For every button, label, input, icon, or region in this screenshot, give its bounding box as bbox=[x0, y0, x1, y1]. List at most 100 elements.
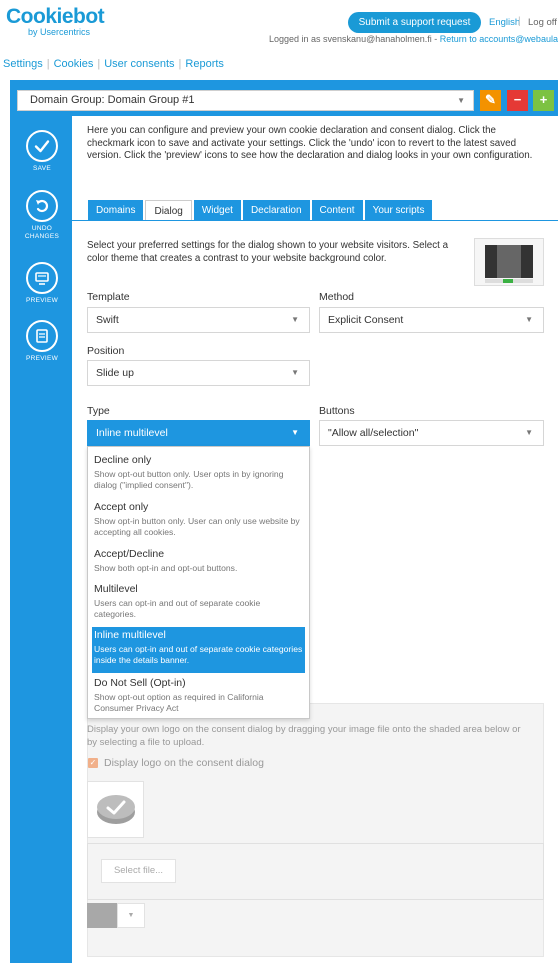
monitor-icon bbox=[26, 262, 58, 294]
chevron-down-icon: ▼ bbox=[291, 315, 299, 324]
option-title: Decline only bbox=[94, 454, 152, 466]
logo-instructions: Display your own logo on the consent dia… bbox=[87, 724, 521, 748]
cookie-logo-icon bbox=[97, 795, 135, 824]
tab-content[interactable]: Content bbox=[311, 200, 363, 221]
option-desc: Users can opt-in and out of separate coo… bbox=[94, 598, 261, 619]
buttons-label: Buttons bbox=[319, 405, 355, 417]
header-separator: | bbox=[518, 16, 521, 27]
plus-icon: + bbox=[539, 92, 548, 107]
chevron-down-icon: ▼ bbox=[457, 96, 465, 105]
undo-label-line1: UNDO bbox=[31, 225, 53, 232]
top-navigation: Settings | Cookies | User consents | Reports bbox=[3, 58, 224, 70]
tab-underline bbox=[72, 220, 558, 221]
preview-label: PREVIEW bbox=[25, 297, 59, 304]
preview-dialog-button[interactable]: PREVIEW bbox=[13, 320, 71, 363]
type-option-inline-multilevel[interactable]: Inline multilevel Users can opt-in and o… bbox=[92, 627, 305, 673]
logged-in-text: Logged in as svenskanu@hanaholmen.fi - R… bbox=[269, 34, 558, 44]
tab-domains[interactable]: Domains bbox=[88, 200, 144, 221]
position-value: Slide up bbox=[96, 367, 134, 379]
option-desc: Show both opt-in and opt-out buttons. bbox=[94, 563, 238, 573]
position-select[interactable]: Slide up ▼ bbox=[87, 360, 310, 386]
tab-dialog[interactable]: Dialog bbox=[145, 200, 192, 221]
dialog-theme-thumbnail[interactable] bbox=[474, 238, 544, 286]
option-desc: Show opt-out button only. User opts in b… bbox=[94, 469, 284, 490]
cookiebot-logo[interactable]: Cookiebot by Usercentrics bbox=[6, 6, 105, 38]
tab-declaration[interactable]: Declaration bbox=[242, 200, 310, 221]
color-picker-toggle[interactable]: ▼ bbox=[117, 903, 145, 928]
settings-tabs: Domains Dialog Widget Declaration Conten… bbox=[88, 200, 434, 221]
nav-settings[interactable]: Settings bbox=[3, 58, 43, 70]
position-label: Position bbox=[87, 345, 125, 357]
return-to-account-link[interactable]: Return to accounts@webaula.fi bbox=[440, 34, 558, 44]
nav-user-consents[interactable]: User consents bbox=[104, 58, 174, 70]
undo-changes-button[interactable]: UNDO CHANGES bbox=[13, 190, 71, 241]
type-option-multilevel[interactable]: Multilevel Users can opt-in and out of s… bbox=[92, 581, 305, 619]
option-desc: Show opt-out option as required in Calif… bbox=[94, 692, 264, 713]
type-option-accept-decline[interactable]: Accept/Decline Show both opt-in and opt-… bbox=[92, 546, 305, 574]
preview-label: PREVIEW bbox=[25, 355, 59, 362]
chevron-down-icon: ▼ bbox=[127, 912, 135, 919]
display-logo-label: Display logo on the consent dialog bbox=[104, 757, 264, 769]
language-link[interactable]: English bbox=[489, 17, 520, 28]
type-value: Inline multilevel bbox=[96, 427, 168, 439]
option-title: Accept only bbox=[94, 501, 149, 513]
logo-preview bbox=[87, 781, 144, 838]
nav-reports[interactable]: Reports bbox=[185, 58, 224, 70]
tab-your-scripts[interactable]: Your scripts bbox=[364, 200, 433, 221]
nav-cookies[interactable]: Cookies bbox=[54, 58, 94, 70]
nav-separator: | bbox=[46, 58, 50, 70]
type-dropdown-list: Decline only Show opt-out button only. U… bbox=[87, 446, 310, 719]
type-option-do-not-sell[interactable]: Do Not Sell (Opt-in) Show opt-out option… bbox=[92, 675, 305, 713]
domain-group-value: Domain Group: Domain Group #1 bbox=[30, 94, 195, 106]
add-domain-group-button[interactable]: + bbox=[533, 90, 554, 111]
chevron-down-icon: ▼ bbox=[291, 428, 299, 437]
save-button[interactable]: SAVE bbox=[13, 130, 71, 173]
delete-domain-group-button[interactable]: − bbox=[507, 90, 528, 111]
nav-separator: | bbox=[97, 58, 101, 70]
template-value: Swift bbox=[96, 314, 119, 326]
intro-text: Here you can configure and preview your … bbox=[87, 125, 533, 161]
chevron-down-icon: ▼ bbox=[525, 315, 533, 324]
preview-declaration-button[interactable]: PREVIEW bbox=[13, 262, 71, 305]
select-file-button[interactable]: Select file... bbox=[101, 859, 176, 883]
type-select[interactable]: Inline multilevel ▼ bbox=[87, 420, 310, 446]
dialog-intro-text: Select your preferred settings for the d… bbox=[87, 240, 449, 264]
logo-sub: by Usercentrics bbox=[28, 27, 91, 37]
option-desc: Show opt-in button only. User can only u… bbox=[94, 516, 300, 537]
tab-widget[interactable]: Widget bbox=[193, 200, 241, 221]
chevron-down-icon: ▼ bbox=[291, 368, 299, 377]
method-label: Method bbox=[319, 291, 355, 303]
template-select[interactable]: Swift ▼ bbox=[87, 307, 310, 333]
undo-icon bbox=[26, 190, 58, 222]
nav-separator: | bbox=[178, 58, 182, 70]
pencil-icon: ✎ bbox=[485, 92, 496, 107]
domain-group-select[interactable]: Domain Group: Domain Group #1 ▼ bbox=[17, 90, 474, 111]
option-title: Inline multilevel bbox=[94, 629, 166, 641]
logoff-link[interactable]: Log off bbox=[528, 17, 557, 28]
display-logo-checkbox[interactable]: ✓ bbox=[88, 758, 98, 768]
option-title: Accept/Decline bbox=[94, 548, 165, 560]
method-value: Explicit Consent bbox=[328, 314, 404, 326]
type-option-decline-only[interactable]: Decline only Show opt-out button only. U… bbox=[92, 452, 305, 490]
save-label: SAVE bbox=[32, 165, 52, 172]
type-label: Type bbox=[87, 405, 110, 417]
checkmark-icon bbox=[26, 130, 58, 162]
logged-in-prefix: Logged in as svenskanu@hanaholmen.fi - bbox=[269, 34, 440, 44]
buttons-value: "Allow all/selection" bbox=[328, 427, 419, 439]
method-select[interactable]: Explicit Consent ▼ bbox=[319, 307, 544, 333]
undo-label: UNDO CHANGES bbox=[13, 225, 71, 241]
document-icon bbox=[26, 320, 58, 352]
thumbnail-bar bbox=[485, 279, 533, 283]
option-title: Multilevel bbox=[94, 583, 138, 595]
type-option-accept-only[interactable]: Accept only Show opt-in button only. Use… bbox=[92, 499, 305, 537]
color-swatch[interactable] bbox=[87, 903, 117, 928]
thumbnail-preview bbox=[485, 245, 533, 278]
edit-domain-group-button[interactable]: ✎ bbox=[480, 90, 501, 111]
support-request-button[interactable]: Submit a support request bbox=[348, 12, 481, 33]
checkmark-icon: ✓ bbox=[89, 758, 97, 767]
option-desc: Users can opt-in and out of separate coo… bbox=[94, 644, 303, 665]
chevron-down-icon: ▼ bbox=[525, 428, 533, 437]
buttons-select[interactable]: "Allow all/selection" ▼ bbox=[319, 420, 544, 446]
option-title: Do Not Sell (Opt-in) bbox=[94, 677, 186, 689]
minus-icon: − bbox=[513, 92, 522, 107]
